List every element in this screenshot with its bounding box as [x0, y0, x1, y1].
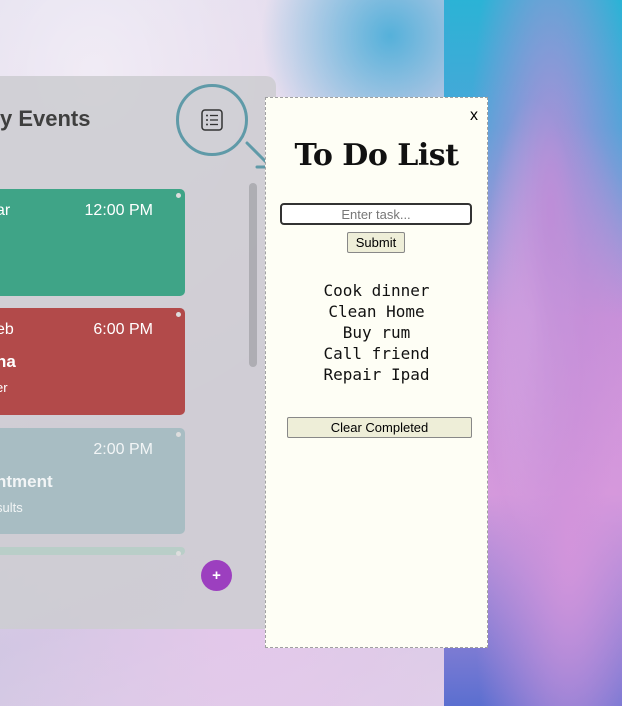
event-subtitle: er [0, 380, 8, 395]
event-name: na [0, 352, 16, 371]
event-card[interactable]: eb 6:00 PM na er [0, 308, 185, 415]
event-card[interactable]: 2:00 PM ntment sults [0, 428, 185, 534]
event-time: 2:00 PM [93, 441, 153, 458]
todo-title: To Do List [294, 138, 459, 173]
todo-item[interactable]: Clean Home [266, 301, 487, 322]
event-card[interactable] [0, 547, 185, 556]
list-icon [201, 109, 223, 131]
clear-completed-button[interactable]: Clear Completed [287, 417, 472, 438]
event-time: 6:00 PM [93, 321, 153, 338]
event-who: eb [0, 321, 14, 338]
todo-item[interactable]: Buy rum [266, 322, 487, 343]
todo-item[interactable]: Cook dinner [266, 280, 487, 301]
card-dot [176, 551, 181, 556]
event-who: ar [0, 202, 11, 219]
event-time: 12:00 PM [84, 202, 153, 219]
todo-toggle-button[interactable] [176, 84, 248, 156]
event-name: ntment [0, 472, 53, 491]
todo-popup: x To Do List Submit Cook dinner Clean Ho… [265, 97, 488, 648]
card-dot [176, 432, 181, 437]
task-input[interactable] [280, 203, 472, 225]
todo-list: Cook dinner Clean Home Buy rum Call frie… [266, 280, 487, 385]
events-scrollbar[interactable] [249, 183, 257, 367]
todo-item[interactable]: Call friend [266, 343, 487, 364]
close-button[interactable]: x [470, 107, 478, 125]
add-event-button[interactable]: + [201, 560, 232, 591]
card-dot [176, 312, 181, 317]
todo-item[interactable]: Repair Ipad [266, 364, 487, 385]
event-subtitle: sults [0, 500, 23, 515]
submit-button[interactable]: Submit [347, 232, 405, 253]
event-card[interactable]: ar 12:00 PM [0, 189, 185, 296]
card-dot [176, 193, 181, 198]
events-title: y Events [0, 106, 91, 131]
